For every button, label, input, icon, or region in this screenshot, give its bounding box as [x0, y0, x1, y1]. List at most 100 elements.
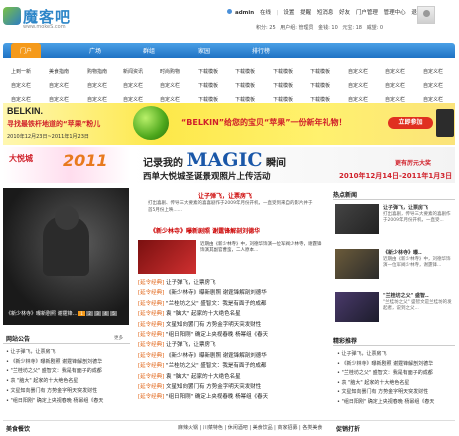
- nav-groups[interactable]: 群组: [134, 46, 164, 55]
- list-item[interactable]: [延令经典] "组日阳刚" 确定上央视春晚 杨幂组《春天: [138, 392, 326, 402]
- slide-dot[interactable]: 1: [78, 311, 85, 316]
- hot-news-headline[interactable]: "兰桂坊之父" 盛智..: [383, 292, 429, 299]
- list-item[interactable]: [延令经典] 《新少林寺》曝新剧照 谢霆锋解剖刘德华: [138, 288, 326, 298]
- nav-home[interactable]: 家园: [189, 46, 219, 55]
- list-item[interactable]: • "组日阳刚" 确定上央视春晚 杨幂组《春天: [337, 398, 455, 408]
- subnav-link[interactable]: 下载模板: [198, 82, 218, 89]
- nav-portal[interactable]: 门户: [11, 43, 41, 58]
- list-item[interactable]: • "兰桂坊之父" 盛智文：我是有面子的成都: [337, 369, 455, 379]
- subnav-link[interactable]: 自定义栏: [423, 82, 443, 89]
- subnav-link[interactable]: 上到一新: [11, 68, 31, 75]
- belkin-banner[interactable]: BELKIN. 寻找最铁杆地道的“苹果”粉儿 2010年12月23日~2011年…: [3, 103, 455, 145]
- subnav-link[interactable]: 自定义栏: [385, 68, 405, 75]
- subnav-link[interactable]: 自定义栏: [385, 96, 405, 103]
- subnav-link[interactable]: 自定义栏: [348, 96, 368, 103]
- subnav-link[interactable]: 时尚购物: [160, 68, 180, 75]
- bottom-section-bar: 美食餐饮 麻辣火锅 | 川菜特色 | 休闲酒吧 | 美食饮品 | 商家招募 | …: [3, 420, 455, 434]
- friends-link[interactable]: 好友: [339, 8, 350, 16]
- subnav-link[interactable]: 自定义栏: [160, 96, 180, 103]
- hot-news-thumbnail[interactable]: [335, 292, 379, 322]
- headline-title[interactable]: 让子弹飞，让票房飞: [198, 191, 252, 200]
- subnav-link[interactable]: 下载模板: [310, 96, 330, 103]
- hot-news-headline[interactable]: 《新少林寺》曝..: [383, 249, 422, 256]
- subnav-link[interactable]: 下载模板: [273, 68, 293, 75]
- avatar[interactable]: [417, 6, 435, 24]
- hot-news-item[interactable]: "兰桂坊之父" 盛智.. "兰桂坊之父" 盛智文是兰桂坊的发起者，说到之父...: [333, 292, 455, 324]
- list-item[interactable]: • "组日阳刚" 确定上央视春晚 杨幂组《春天: [6, 397, 130, 407]
- subnav-link[interactable]: 下载模板: [235, 96, 255, 103]
- subnav-link[interactable]: 自定义栏: [423, 96, 443, 103]
- hot-news-thumbnail[interactable]: [335, 204, 379, 234]
- subnav-link[interactable]: 下载模板: [310, 68, 330, 75]
- subnav-link[interactable]: 下载模板: [310, 82, 330, 89]
- list-item[interactable]: • 文星知向罢门有 方势金字明天突发财性: [6, 387, 130, 397]
- notifications-link[interactable]: 提醒: [300, 8, 311, 16]
- hot-news-item[interactable]: 让子弹飞，让票房飞 打出喜剧，传导三大要素的喜剧作于2009年月份开机，一直受.…: [333, 204, 455, 236]
- subnav-link[interactable]: 下载模板: [235, 68, 255, 75]
- subnav-link[interactable]: 自定义栏: [385, 82, 405, 89]
- list-item[interactable]: [延令经典] 文星知向罢门有 方势金字明天突发财性: [138, 382, 326, 392]
- notice-more-link[interactable]: 更多: [114, 335, 123, 341]
- nav-plaza[interactable]: 广场: [80, 46, 110, 55]
- subnav-link[interactable]: 自定义栏: [11, 96, 31, 103]
- list-item[interactable]: [延令经典] "兰桂坊之父" 盛智文：我是有面子的成都: [138, 299, 326, 309]
- messages-link[interactable]: 短消息: [317, 8, 334, 16]
- subnav-link[interactable]: 自定义栏: [49, 82, 69, 89]
- subnav-link[interactable]: 自定义栏: [348, 68, 368, 75]
- feature-caption[interactable]: 《新少林寺》曝新剧照 谢霆锋…: [6, 310, 78, 317]
- list-item[interactable]: [延令经典] "兰桂坊之父" 盛智文：我是有面子的成都: [138, 361, 326, 371]
- list-item[interactable]: • 《新少林寺》曝新剧照 谢霆锋解剖刘德华: [337, 360, 455, 370]
- subnav-link[interactable]: 自定义栏: [11, 82, 31, 89]
- magic-banner[interactable]: 大悦城 2011 记录我的 MAGIC 瞬间 西单大悦城圣诞景观照片上传活动 2…: [3, 147, 455, 183]
- hot-news-headline[interactable]: 让子弹飞，让票房飞: [383, 204, 428, 211]
- list-item[interactable]: [延令经典] 让子弹飞，让票房飞: [138, 340, 326, 350]
- headline-title-2[interactable]: 《新少林寺》曝新剧照 谢霆锋解剖刘德华: [150, 226, 260, 235]
- subnav-link[interactable]: 自定义栏: [160, 82, 180, 89]
- subnav-link[interactable]: 下载模板: [273, 82, 293, 89]
- list-item[interactable]: • "兰桂坊之父" 盛智文：我是有面子的成都: [6, 367, 130, 377]
- list-item[interactable]: • 袁 "脑大" 起家的十大绝色名星: [337, 379, 455, 389]
- list-item[interactable]: [延令经典] 让子弹飞，让票房飞: [138, 278, 326, 288]
- food-category-links[interactable]: 麻辣火锅 | 川菜特色 | 休闲酒吧 | 美食饮品 | 商家招募 | 各类美食: [178, 424, 322, 431]
- subnav-link[interactable]: 下载模板: [198, 68, 218, 75]
- subnav-link[interactable]: 下载模板: [235, 82, 255, 89]
- movie-poster-image[interactable]: [138, 240, 196, 274]
- nav-ranking[interactable]: 排行榜: [246, 46, 276, 55]
- list-item[interactable]: [延令经典] 《新少林寺》曝新剧照 谢霆锋解剖刘德华: [138, 351, 326, 361]
- list-item[interactable]: [延令经典] 袁 "脑大" 起家的十大绝色名星: [138, 309, 326, 319]
- subnav-link[interactable]: 自定义栏: [49, 96, 69, 103]
- list-item[interactable]: [延令经典] 袁 "脑大" 起家的十大绝色名星: [138, 372, 326, 382]
- list-item[interactable]: • 让子弹飞，让票房飞: [6, 348, 130, 358]
- list-item[interactable]: • 让子弹飞，让票房飞: [337, 350, 455, 360]
- hot-news-item[interactable]: 《新少林寺》曝.. 近期由《新少林寺》中，刘德华饰演一位军阀少林寺，谢霆锋...: [333, 249, 455, 281]
- list-item[interactable]: [延令经典] 文星知向罢门有 方势金字明天突发财性: [138, 320, 326, 330]
- subnav-link[interactable]: 下载模板: [198, 96, 218, 103]
- portal-admin-link[interactable]: 门户管理: [356, 8, 378, 16]
- feature-slideshow[interactable]: [3, 188, 129, 325]
- subnav-link[interactable]: 自定义栏: [123, 96, 143, 103]
- banner2-subtitle: 西单大悦城圣诞景观照片上传活动: [143, 172, 271, 182]
- hot-news-thumbnail[interactable]: [335, 249, 379, 279]
- site-logo[interactable]: 魔客吧 www.mokeS.com: [3, 5, 78, 33]
- list-item[interactable]: • 《新少林寺》曝新剧照 谢霆锋解剖刘德华: [6, 358, 130, 368]
- subnav-link[interactable]: 美食指南: [49, 68, 69, 75]
- subnav-link[interactable]: 下载模板: [273, 96, 293, 103]
- join-button[interactable]: 立即参加: [388, 117, 433, 129]
- admin-center-link[interactable]: 管理中心: [384, 8, 406, 16]
- list-item[interactable]: • 袁 "脑大" 起家的十大绝色名星: [6, 377, 130, 387]
- settings-link[interactable]: 设置: [283, 8, 294, 16]
- list-item[interactable]: [延令经典] "组日阳刚" 确定上央视春晚 杨幂组《春天: [138, 330, 326, 340]
- slide-dot[interactable]: 4: [102, 311, 109, 316]
- slide-dot[interactable]: 2: [86, 311, 93, 316]
- subnav-link[interactable]: 自定义栏: [423, 68, 443, 75]
- subnav-link[interactable]: 新闻资讯: [123, 68, 143, 75]
- subnav-link[interactable]: 自定义栏: [348, 82, 368, 89]
- subnav-link[interactable]: 自定义栏: [123, 82, 143, 89]
- subnav-link[interactable]: 自定义栏: [87, 96, 107, 103]
- slide-dot[interactable]: 5: [110, 311, 117, 316]
- subnav-link[interactable]: 购物指南: [87, 68, 107, 75]
- slide-dot[interactable]: 3: [94, 311, 101, 316]
- username-link[interactable]: admin: [235, 10, 254, 16]
- subnav-link[interactable]: 自定义栏: [87, 82, 107, 89]
- list-item[interactable]: • 文星知向罢门有 方势金字明天突发财性: [337, 388, 455, 398]
